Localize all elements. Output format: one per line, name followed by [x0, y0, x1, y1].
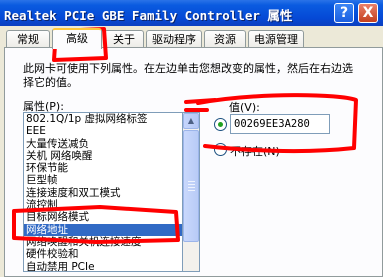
close-button[interactable]: X	[358, 3, 378, 23]
list-item[interactable]: 802.1Q/1p 虚拟网络标签	[24, 113, 182, 125]
list-item[interactable]: 环保节能	[24, 162, 182, 174]
value-radio[interactable]	[214, 118, 227, 131]
scroll-up-arrow-icon[interactable]: ▲	[183, 113, 199, 129]
tab-resources[interactable]: 资源	[204, 30, 246, 48]
list-item[interactable]: 自动禁用 PCIe	[24, 261, 182, 271]
tab-driver[interactable]: 驱动程序	[146, 30, 202, 48]
network-address-input[interactable]: 00269EE3A280	[230, 114, 330, 134]
scroll-thumb[interactable]	[183, 130, 199, 242]
value-label: 值(V):	[229, 101, 260, 114]
list-item[interactable]: 网络唤醒和关机连接速度	[24, 236, 182, 248]
list-item[interactable]: 流控制	[24, 199, 182, 211]
list-item[interactable]: 连接速度和双工模式	[24, 187, 182, 199]
title-bar: Realtek PCIe GBE Family Controller 属性 ? …	[0, 0, 383, 26]
property-list[interactable]: 802.1Q/1p 虚拟网络标签 EEE 大量传送减负 关机 网络唤醒 环保节能…	[23, 112, 183, 272]
tab-strip: 常规 高级 关于 驱动程序 资源 电源管理	[0, 26, 383, 49]
tab-power-management[interactable]: 电源管理	[248, 30, 304, 48]
list-item[interactable]: 目标网络模式	[24, 211, 182, 223]
description-text: 此网卡可使用下列属性。在左边单击您想改变的属性，然后在右边选择它的值。	[23, 62, 353, 89]
list-item-selected[interactable]: 网络地址	[24, 223, 182, 236]
tab-about[interactable]: 关于	[104, 30, 144, 48]
tab-general[interactable]: 常规	[6, 30, 50, 48]
not-present-label: 不存在(N)	[230, 145, 280, 158]
list-item[interactable]: 大量传送减负	[24, 138, 182, 150]
list-item[interactable]: 关机 网络唤醒	[24, 150, 182, 162]
window-title: Realtek PCIe GBE Family Controller 属性	[4, 8, 293, 23]
list-item[interactable]: EEE	[24, 125, 182, 137]
not-present-radio[interactable]	[214, 143, 227, 156]
list-item[interactable]: 巨型帧	[24, 174, 182, 186]
help-button[interactable]: ?	[334, 3, 354, 23]
list-item[interactable]: 硬件校验和	[24, 248, 182, 260]
property-list-scrollbar[interactable]: ▲	[183, 112, 200, 272]
tab-advanced[interactable]: 高级	[52, 28, 102, 49]
